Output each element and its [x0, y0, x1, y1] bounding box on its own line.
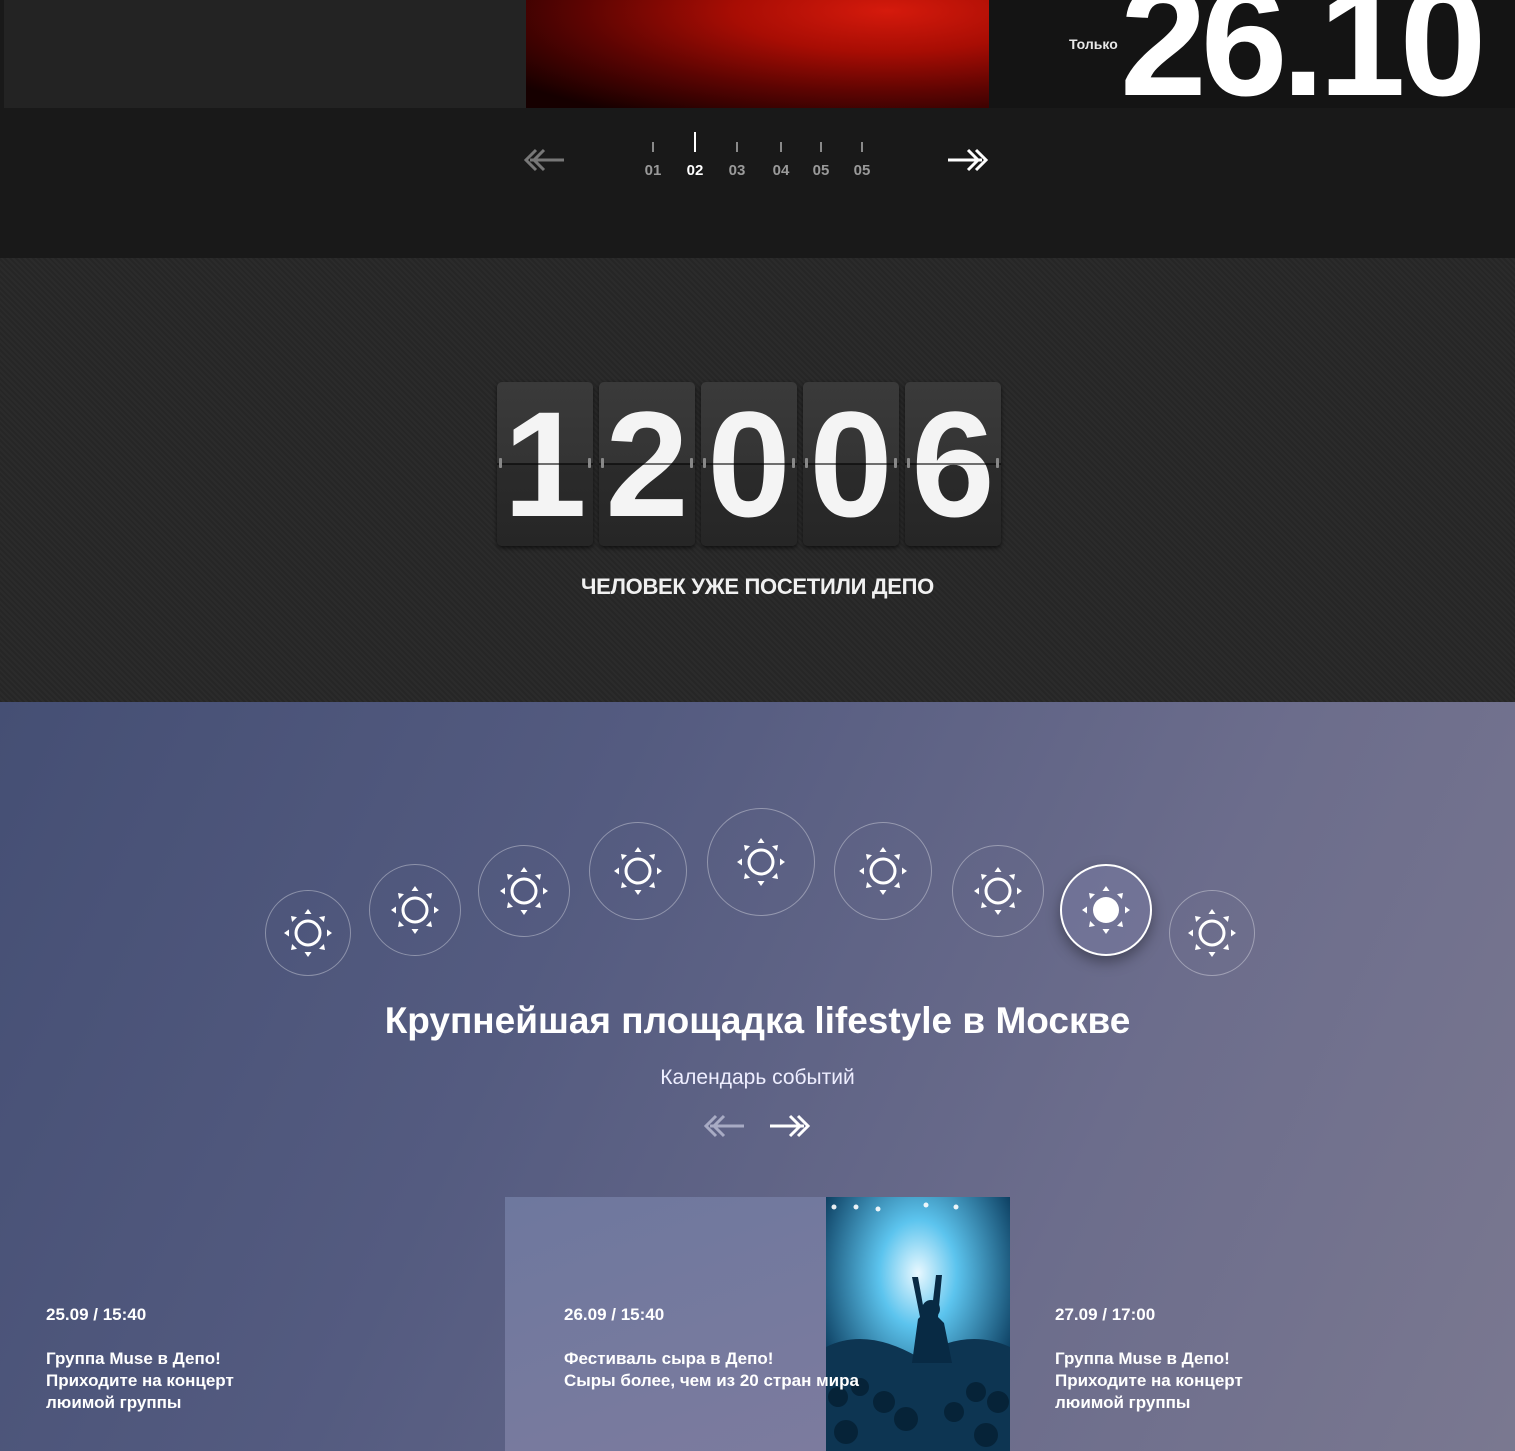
sun-icon [974, 867, 1022, 915]
slide-preview-left[interactable] [4, 0, 526, 108]
page-item[interactable]: 04 [761, 130, 801, 179]
page-number: 01 [644, 162, 662, 179]
event-line: Группа Muse в Депо! [46, 1349, 221, 1368]
sun-icon [859, 847, 907, 895]
flip-pin [907, 458, 910, 468]
double-arrow-left-icon [703, 1114, 744, 1138]
page-tick [780, 142, 782, 152]
weather-button[interactable] [1169, 890, 1255, 976]
sun-icon [614, 847, 662, 895]
weather-button-active[interactable] [1060, 864, 1152, 956]
flip-digit-card: 2 [599, 382, 695, 546]
double-arrow-left-icon [523, 148, 564, 172]
slider-pagination: 01 02 03 04 05 05 [630, 130, 890, 190]
page-item[interactable]: 01 [633, 130, 673, 179]
top-slider: Только 26.10 01 02 03 04 05 05 [0, 0, 1515, 258]
weather-button[interactable] [589, 822, 687, 920]
page-item-active[interactable]: 02 [675, 130, 715, 179]
flip-divider [599, 463, 695, 465]
event-description: Фестиваль сыра в Депо! Сыры более, чем и… [564, 1348, 859, 1392]
event-date: 27.09 / 17:00 [1055, 1305, 1156, 1324]
flip-digit-card: 1 [497, 382, 593, 546]
weather-button[interactable] [478, 845, 570, 937]
event-line: Приходите на концерт [1055, 1371, 1243, 1390]
sun-icon [1082, 886, 1130, 934]
event-line: Группа Muse в Депо! [1055, 1349, 1230, 1368]
flip-pin [894, 458, 897, 468]
flip-divider [905, 463, 1001, 465]
page-tick [694, 132, 696, 152]
weather-button[interactable] [707, 808, 815, 916]
slide-image[interactable] [526, 0, 989, 108]
page-item[interactable]: 03 [717, 130, 757, 179]
event-line: Сыры более, чем из 20 стран мира [564, 1371, 859, 1390]
only-label: Только [1069, 36, 1118, 52]
flip-digit-card: 0 [803, 382, 899, 546]
flip-pin [601, 458, 604, 468]
event-line: люимой группы [1055, 1393, 1191, 1412]
page-tick [652, 142, 654, 152]
weather-button[interactable] [834, 822, 932, 920]
flip-pin [588, 458, 591, 468]
page-number: 03 [728, 162, 746, 179]
calendar-prev-button[interactable] [702, 1112, 746, 1140]
page-number: 05 [812, 162, 830, 179]
event-line: Приходите на концерт [46, 1371, 234, 1390]
section-title: Крупнейшая площадка lifestyle в Москве [384, 1000, 1131, 1041]
concert-photo[interactable] [826, 1197, 1010, 1451]
calendar-next-button[interactable] [768, 1112, 812, 1140]
page-tick [861, 142, 863, 152]
sun-icon [391, 886, 439, 934]
flip-digit-card: 0 [701, 382, 797, 546]
flip-pin [792, 458, 795, 468]
event-card-highlighted[interactable] [505, 1197, 826, 1451]
page-number: 02 [686, 162, 704, 179]
page-tick [736, 142, 738, 152]
weather-button[interactable] [952, 845, 1044, 937]
event-date-large: 26.10 [1120, 0, 1486, 129]
concert-crowd-image [826, 1197, 1010, 1451]
sun-icon [737, 838, 785, 886]
flip-pin [499, 458, 502, 468]
sun-icon [500, 867, 548, 915]
flip-divider [803, 463, 899, 465]
page-tick [820, 142, 822, 152]
page-number: 05 [853, 162, 871, 179]
event-description: Группа Muse в Депо! Приходите на концерт… [46, 1348, 234, 1414]
flip-pin [805, 458, 808, 468]
slider-next-button[interactable] [946, 146, 990, 174]
flip-digit-card: 6 [905, 382, 1001, 546]
weather-button[interactable] [369, 864, 461, 956]
event-date: 26.09 / 15:40 [564, 1305, 665, 1324]
event-date: 25.09 / 15:40 [46, 1305, 147, 1324]
sun-icon [1188, 909, 1236, 957]
event-line: Фестиваль сыра в Депо! [564, 1349, 774, 1368]
page-number: 04 [772, 162, 790, 179]
weather-button[interactable] [265, 890, 351, 976]
flip-counter: 1 2 0 0 6 [497, 382, 1017, 546]
slider-prev-button[interactable] [522, 146, 566, 174]
section-subtitle: Календарь событий [660, 1066, 855, 1089]
flip-divider [701, 463, 797, 465]
flip-pin [690, 458, 693, 468]
flip-pin [996, 458, 999, 468]
double-arrow-right-icon [948, 148, 989, 172]
double-arrow-right-icon [770, 1114, 811, 1138]
flip-pin [703, 458, 706, 468]
flip-divider [497, 463, 593, 465]
page-item[interactable]: 05 [801, 130, 841, 179]
event-description: Группа Muse в Депо! Приходите на концерт… [1055, 1348, 1243, 1414]
sun-icon [284, 909, 332, 957]
counter-caption: ЧЕЛОВЕК УЖЕ ПОСЕТИЛИ ДЕПО [580, 574, 934, 599]
page-item[interactable]: 05 [842, 130, 882, 179]
lifestyle-section: Крупнейшая площадка lifestyle в Москве К… [0, 702, 1515, 1451]
event-line: люимой группы [46, 1393, 182, 1412]
visitor-counter-section: 1 2 0 0 6 ЧЕЛОВЕК УЖЕ ПОСЕТИЛИ ДЕПО [0, 258, 1515, 702]
